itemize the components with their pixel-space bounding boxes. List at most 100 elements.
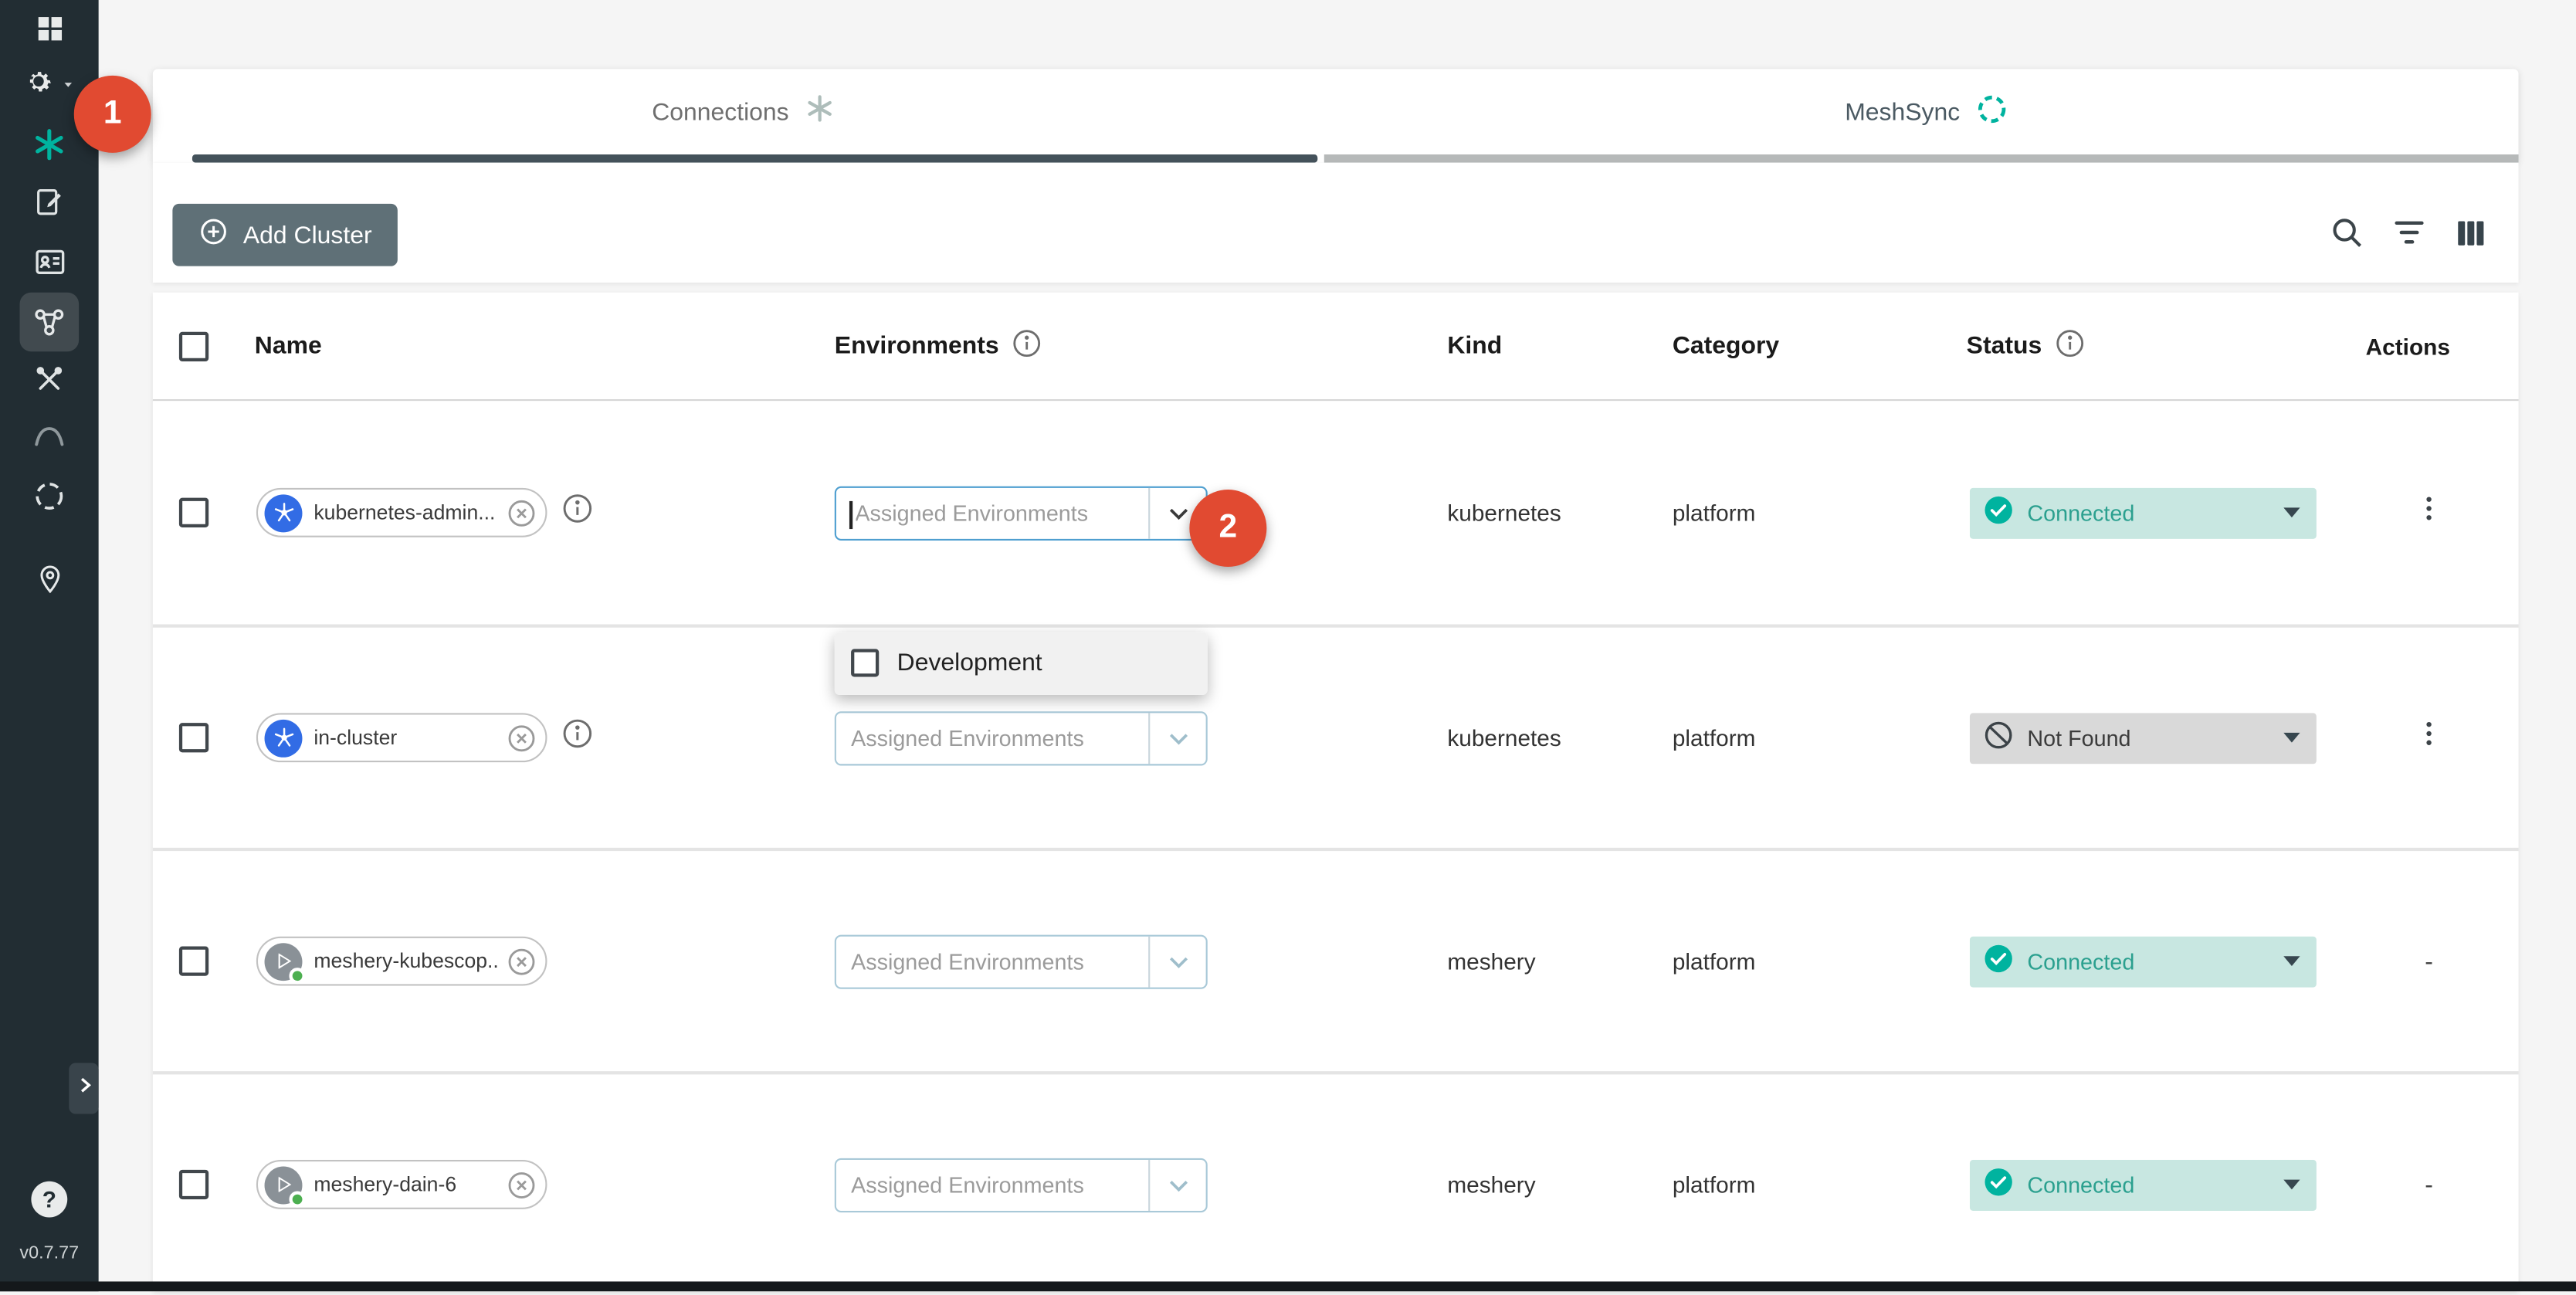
connection-chip[interactable]: meshery-dain-6 <box>256 1160 547 1209</box>
row-actions-empty: - <box>2425 948 2433 975</box>
status-label: Connected <box>2027 500 2283 525</box>
columns-icon[interactable] <box>2452 215 2489 251</box>
table-toolbar: Add Cluster <box>153 163 2519 283</box>
info-icon[interactable] <box>2053 326 2086 365</box>
sidebar-expand-button[interactable] <box>69 1063 98 1114</box>
sidebar-item-extensions[interactable] <box>0 478 99 522</box>
environments-placeholder: Assigned Environments <box>855 487 1148 538</box>
filter-icon[interactable] <box>2391 214 2429 252</box>
version-label: v0.7.77 <box>0 1244 99 1264</box>
tab-connections-label: Connections <box>652 98 788 126</box>
cell-category: platform <box>1673 948 1967 975</box>
profiles-icon <box>32 245 66 287</box>
configuration-icon <box>33 185 66 226</box>
option-checkbox[interactable] <box>851 649 879 676</box>
sidebar-item-configuration[interactable] <box>0 185 99 226</box>
connection-chip[interactable]: kubernetes-admin... <box>256 488 547 537</box>
location-pin-icon <box>34 564 65 603</box>
add-cluster-button[interactable]: Add Cluster <box>172 204 398 266</box>
info-icon[interactable] <box>560 717 595 759</box>
add-cluster-label: Add Cluster <box>243 221 372 249</box>
environments-dropdown-menu: Development <box>835 632 1208 694</box>
sidebar-item-toolkit[interactable] <box>0 363 99 404</box>
cell-kind: kubernetes <box>1447 724 1672 751</box>
header-kind: Kind <box>1447 332 1502 360</box>
row-checkbox[interactable] <box>179 498 208 527</box>
status-badge[interactable]: Not Found <box>1970 712 2317 763</box>
performance-icon <box>31 417 67 461</box>
header-name: Name <box>255 332 322 360</box>
info-icon[interactable] <box>1011 326 1044 365</box>
status-badge[interactable]: Connected <box>1970 487 2317 538</box>
connection-name: in-cluster <box>314 726 499 749</box>
header-environments: Environments <box>835 332 999 360</box>
meshsync-spinner-icon <box>1974 91 2009 132</box>
cell-kind: meshery <box>1447 948 1672 975</box>
online-dot <box>289 967 305 983</box>
environments-select[interactable]: Assigned Environments <box>835 934 1208 988</box>
status-badge[interactable]: Connected <box>1970 1159 2317 1210</box>
kubernetes-icon <box>265 493 303 531</box>
row-checkbox[interactable] <box>179 946 208 975</box>
info-icon[interactable] <box>560 491 595 534</box>
close-icon[interactable] <box>506 722 537 753</box>
status-badge[interactable]: Connected <box>1970 936 2317 987</box>
meshery-app: ? v0.7.77 Connections MeshSync <box>0 0 2576 1291</box>
check-circle-icon <box>1983 494 2014 531</box>
mesh-network-icon <box>20 293 80 352</box>
sidebar-item-performance[interactable] <box>0 417 99 461</box>
caret-down-icon <box>2283 733 2300 743</box>
extensions-icon <box>31 478 67 522</box>
chevron-down-icon[interactable] <box>1150 712 1205 763</box>
connection-name: kubernetes-admin... <box>314 501 499 524</box>
row-actions-menu-icon[interactable] <box>2413 718 2444 758</box>
header-category: Category <box>1673 332 1779 360</box>
caret-down-icon <box>2283 1180 2300 1190</box>
help-button[interactable]: ? <box>31 1181 67 1218</box>
tab-meshsync[interactable]: MeshSync <box>1336 69 2519 154</box>
row-actions-menu-icon[interactable] <box>2413 493 2444 532</box>
close-icon[interactable] <box>506 945 537 976</box>
connection-chip[interactable]: meshery-kubescop... <box>256 937 547 986</box>
sidebar-item-dashboard[interactable] <box>0 13 99 53</box>
online-dot <box>289 1190 305 1206</box>
cell-kind: kubernetes <box>1447 500 1672 526</box>
sidebar-item-mesh[interactable] <box>0 293 99 352</box>
row-checkbox[interactable] <box>179 1170 208 1199</box>
environments-placeholder: Assigned Environments <box>851 1159 1148 1210</box>
table-row: kubernetes-admin... Assigned Environment… <box>153 401 2519 624</box>
environments-select[interactable]: Assigned Environments <box>835 710 1208 764</box>
select-all-checkbox[interactable] <box>179 331 208 361</box>
sidebar: ? v0.7.77 <box>0 0 99 1291</box>
menu-item-development[interactable]: Development <box>835 632 1208 694</box>
tab-connections[interactable]: Connections <box>153 69 1336 154</box>
environments-select[interactable]: Assigned Environments <box>835 486 1208 540</box>
cell-category: platform <box>1673 724 1967 751</box>
connection-chip[interactable]: in-cluster <box>256 713 547 762</box>
environments-placeholder: Assigned Environments <box>851 712 1148 763</box>
connection-name: meshery-dain-6 <box>314 1173 499 1196</box>
close-icon[interactable] <box>506 497 537 528</box>
tab-bar: Connections MeshSync <box>153 69 2519 162</box>
sidebar-item-profiles[interactable] <box>0 245 99 287</box>
close-icon[interactable] <box>506 1169 537 1200</box>
not-found-icon <box>1983 720 2014 756</box>
dashboard-icon <box>34 13 65 53</box>
chevron-right-icon <box>73 1073 95 1103</box>
table-row: in-cluster Assigned Environments <box>153 624 2519 847</box>
row-checkbox[interactable] <box>179 723 208 752</box>
toolkit-icon <box>33 363 66 404</box>
caret-down-icon <box>2283 956 2300 966</box>
annotation-marker-2: 2 <box>1189 490 1266 567</box>
sidebar-item-location[interactable] <box>0 564 99 603</box>
status-label: Not Found <box>2027 725 2283 750</box>
chevron-down-icon[interactable] <box>1150 936 1205 987</box>
status-label: Connected <box>2027 949 2283 974</box>
kubernetes-icon <box>265 719 303 757</box>
row-actions-empty: - <box>2425 1171 2433 1198</box>
search-icon[interactable] <box>2328 214 2366 252</box>
chevron-down-icon[interactable] <box>1150 1159 1205 1210</box>
status-label: Connected <box>2027 1172 2283 1197</box>
environments-select[interactable]: Assigned Environments <box>835 1158 1208 1212</box>
connections-table: Name Environments Kind Category Status A… <box>153 293 2519 1292</box>
